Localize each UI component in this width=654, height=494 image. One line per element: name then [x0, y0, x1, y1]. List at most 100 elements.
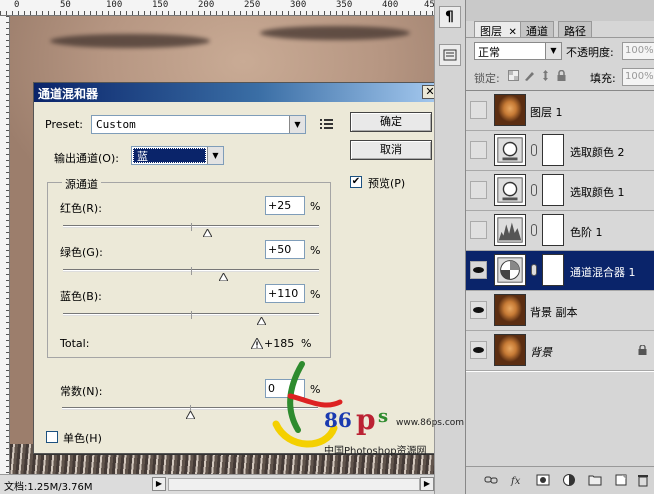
tab-channels[interactable]: 通道 [520, 21, 554, 38]
visibility-toggle[interactable] [470, 181, 487, 199]
document-size-info[interactable]: 文档:1.25M/3.76M [4, 478, 93, 493]
watermark-site-name: 中国Photoshop资源网 [324, 446, 427, 457]
layer-row[interactable]: 图层 1 [466, 91, 654, 131]
link-layers-icon[interactable] [484, 473, 498, 487]
link-icon[interactable] [531, 184, 537, 196]
preview-checkbox[interactable]: ✔ [350, 176, 362, 188]
ruler-vertical[interactable] [0, 16, 10, 474]
preset-value: Custom [96, 118, 136, 131]
layer-row[interactable]: 色阶 1 [466, 211, 654, 251]
warning-icon [251, 338, 263, 349]
layer-row[interactable]: 选取颜色 2 [466, 131, 654, 171]
blue-slider-thumb[interactable] [256, 317, 266, 325]
layers-panel-footer: fx [466, 466, 654, 494]
dialog-title-bar[interactable]: 通道混和器 ✕ [34, 83, 441, 102]
layer-mask-thumbnail[interactable] [542, 214, 564, 246]
layer-style-icon[interactable]: fx [510, 473, 524, 487]
ruler-number: 400 [382, 0, 399, 10]
visibility-toggle[interactable] [470, 261, 487, 279]
tab-layers[interactable]: 图层 ✕ [474, 21, 523, 38]
visibility-toggle[interactable] [470, 141, 487, 159]
source-channels-group: 源通道 红色(R): +25 % 绿色(G): +50 % 蓝色(B): +11… [47, 176, 331, 358]
lock-move-icon[interactable] [540, 70, 551, 81]
percent-sign: % [301, 337, 312, 350]
blue-value-input[interactable]: +110 [265, 284, 305, 303]
ruler-horizontal[interactable]: 0 50 100 150 200 250 300 350 400 450 [0, 0, 434, 16]
adjustment-layer-icon[interactable] [562, 473, 576, 487]
red-slider[interactable] [63, 223, 319, 237]
monochrome-checkbox[interactable] [46, 431, 58, 443]
fill-input[interactable]: 100% [622, 68, 654, 86]
layer-row[interactable]: 背景 副本 [466, 291, 654, 331]
add-mask-icon[interactable] [536, 473, 550, 487]
green-slider-thumb[interactable] [218, 273, 228, 281]
link-icon[interactable] [531, 144, 537, 156]
dialog-title: 通道混和器 [38, 87, 99, 101]
red-slider-thumb[interactable] [202, 229, 212, 237]
chevron-down-icon[interactable]: ▼ [207, 147, 223, 164]
visibility-toggle[interactable] [470, 221, 487, 239]
fill-label: 填充: [590, 72, 616, 85]
visibility-toggle[interactable] [470, 341, 487, 359]
checkmark-icon: ✔ [351, 176, 361, 187]
lock-transparency-icon[interactable] [508, 70, 519, 81]
status-menu-arrow-icon[interactable]: ▶ [152, 477, 166, 491]
output-channel-label: 输出通道(O): [54, 152, 119, 165]
chevron-down-icon[interactable]: ▼ [289, 116, 305, 133]
slider-center-tick [191, 223, 192, 231]
panel-options-icon[interactable] [439, 44, 461, 66]
watermark-number: 86 [324, 408, 352, 432]
blue-slider[interactable] [63, 311, 319, 325]
preset-dropdown[interactable]: Custom ▼ [91, 115, 306, 134]
lock-brush-icon[interactable] [524, 70, 535, 81]
status-bar: 文档:1.25M/3.76M ▶ ▶ [0, 474, 434, 494]
slider-center-tick [191, 311, 192, 319]
constant-label: 常数(N): [60, 385, 103, 398]
watermark-p-glyph: p [356, 403, 376, 436]
green-value-input[interactable]: +50 [265, 240, 305, 259]
scroll-right-arrow-icon[interactable]: ▶ [420, 477, 434, 491]
trash-icon[interactable] [636, 473, 650, 487]
green-slider[interactable] [63, 267, 319, 281]
output-channel-dropdown[interactable]: 蓝 ▼ [131, 146, 224, 165]
ruler-number: 200 [198, 0, 215, 10]
percent-sign: % [310, 200, 321, 213]
ruler-number: 350 [336, 0, 353, 10]
watermark-url: www.86ps.com [396, 418, 465, 428]
layer-name: 通道混合器 1 [570, 266, 636, 279]
visibility-toggle[interactable] [470, 101, 487, 119]
layer-mask-thumbnail[interactable] [542, 254, 564, 286]
new-group-icon[interactable] [588, 473, 602, 487]
horizontal-scrollbar[interactable] [168, 478, 420, 491]
layer-name: 色阶 1 [570, 226, 603, 239]
lock-all-icon[interactable] [556, 70, 567, 81]
green-label: 绿色(G): [60, 246, 103, 259]
layer-mask-thumbnail[interactable] [542, 134, 564, 166]
constant-slider-thumb[interactable] [185, 411, 195, 419]
tab-paths[interactable]: 路径 [558, 21, 592, 38]
layer-row-selected[interactable]: 通道混合器 1 [466, 251, 654, 291]
new-layer-icon[interactable] [614, 473, 628, 487]
cancel-button[interactable]: 取消 [350, 140, 432, 160]
layer-name: 背景 [530, 346, 552, 359]
link-icon[interactable] [531, 224, 537, 236]
ruler-number: 150 [152, 0, 169, 10]
layer-row[interactable]: 背景 [466, 331, 654, 371]
preset-options-icon[interactable] [320, 118, 333, 130]
layer-mask-thumbnail[interactable] [542, 174, 564, 206]
opacity-input[interactable]: 100% [622, 42, 654, 60]
ok-button[interactable]: 确定 [350, 112, 432, 132]
monochrome-label: 单色(H) [63, 432, 102, 445]
preview-label: 预览(P) [368, 177, 406, 190]
svg-text:fx: fx [510, 476, 521, 487]
red-value-input[interactable]: +25 [265, 196, 305, 215]
total-label: Total: [60, 337, 90, 350]
layer-row[interactable]: 选取颜色 1 [466, 171, 654, 211]
visibility-toggle[interactable] [470, 301, 487, 319]
chevron-down-icon[interactable]: ▼ [545, 43, 561, 59]
photo-eyebrow-left [50, 34, 210, 48]
blend-mode-dropdown[interactable]: 正常 ▼ [474, 42, 562, 60]
ruler-number: 50 [60, 0, 71, 10]
link-icon[interactable] [531, 264, 537, 276]
paragraph-icon[interactable]: ¶ [439, 6, 461, 28]
